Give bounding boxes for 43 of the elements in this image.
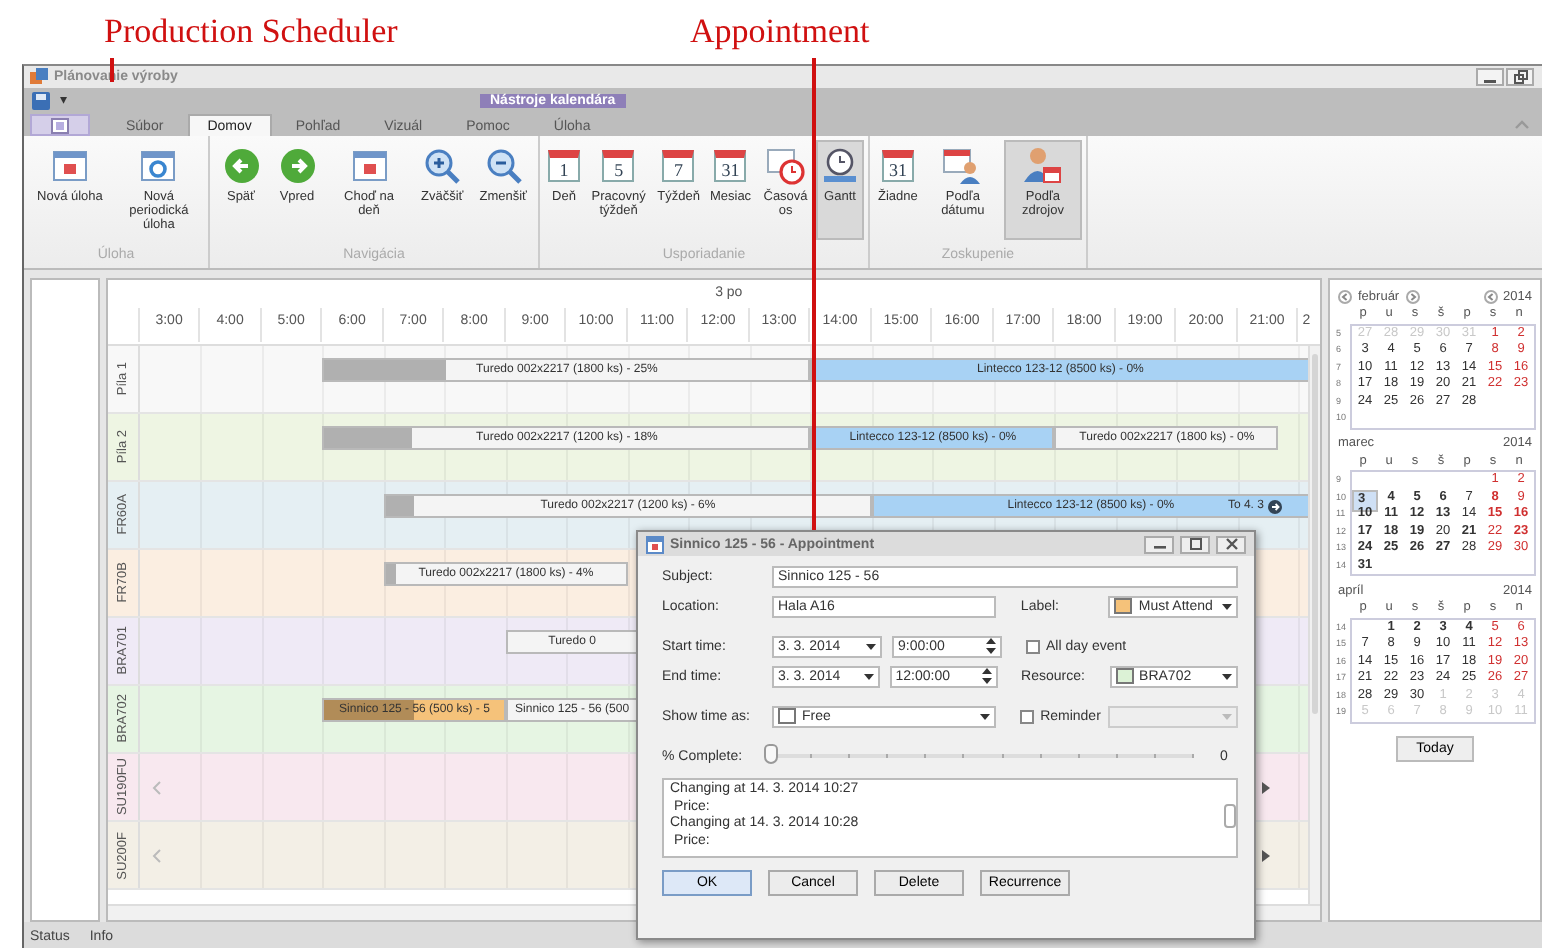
arrow-right-icon bbox=[1267, 499, 1282, 513]
minimize-button[interactable] bbox=[1144, 535, 1174, 553]
calendar-icon bbox=[49, 146, 90, 186]
close-icon bbox=[1225, 538, 1237, 550]
app-menu-button[interactable] bbox=[30, 114, 90, 136]
spinner-arrows-icon[interactable] bbox=[981, 668, 992, 684]
save-icon[interactable] bbox=[32, 91, 50, 109]
maximize-button[interactable] bbox=[1180, 535, 1210, 553]
calendar-clock-icon bbox=[765, 146, 806, 186]
arrow-right-icon bbox=[277, 146, 317, 186]
restore-button[interactable] bbox=[1506, 68, 1534, 86]
calendar-icon: 1 bbox=[548, 150, 580, 182]
app-icon bbox=[30, 68, 48, 86]
restore-icon bbox=[1513, 70, 1527, 84]
dropdown-arrow-icon[interactable] bbox=[1222, 603, 1232, 609]
next-month-icon[interactable] bbox=[1405, 289, 1420, 303]
calendar-icon: 5 bbox=[602, 150, 635, 182]
clock-icon bbox=[820, 146, 860, 186]
zoom-out-icon bbox=[483, 146, 524, 186]
refresh-icon bbox=[138, 146, 179, 186]
close-button[interactable] bbox=[1216, 535, 1246, 553]
dropdown-arrow-icon[interactable] bbox=[1222, 673, 1233, 679]
calendar-person-icon bbox=[942, 146, 983, 186]
calendar-icon bbox=[646, 535, 664, 553]
maximize-icon bbox=[1189, 538, 1201, 550]
minimize-button[interactable] bbox=[1476, 68, 1504, 86]
previous-year-icon[interactable] bbox=[1483, 289, 1498, 303]
previous-month-icon[interactable] bbox=[1338, 289, 1352, 303]
annotation-label: Production Scheduler bbox=[104, 12, 398, 52]
person-icon bbox=[1022, 146, 1063, 186]
arrow-left-icon bbox=[221, 146, 261, 186]
dropdown-arrow-icon[interactable] bbox=[866, 643, 876, 649]
spinner-arrows-icon[interactable] bbox=[986, 638, 996, 654]
zoom-in-icon bbox=[422, 146, 463, 186]
annotation-label: Appointment bbox=[690, 12, 870, 52]
vertical-scrollbar[interactable] bbox=[1308, 346, 1320, 904]
dropdown-arrow-icon[interactable] bbox=[863, 673, 874, 679]
calendar-icon: 7 bbox=[662, 150, 695, 182]
calendar-icon bbox=[349, 146, 389, 186]
calendar-icon: 31 bbox=[714, 150, 747, 182]
dropdown-arrow-icon[interactable] bbox=[980, 713, 991, 719]
slider-thumb[interactable] bbox=[764, 744, 778, 764]
calendar-icon: 31 bbox=[881, 150, 914, 182]
